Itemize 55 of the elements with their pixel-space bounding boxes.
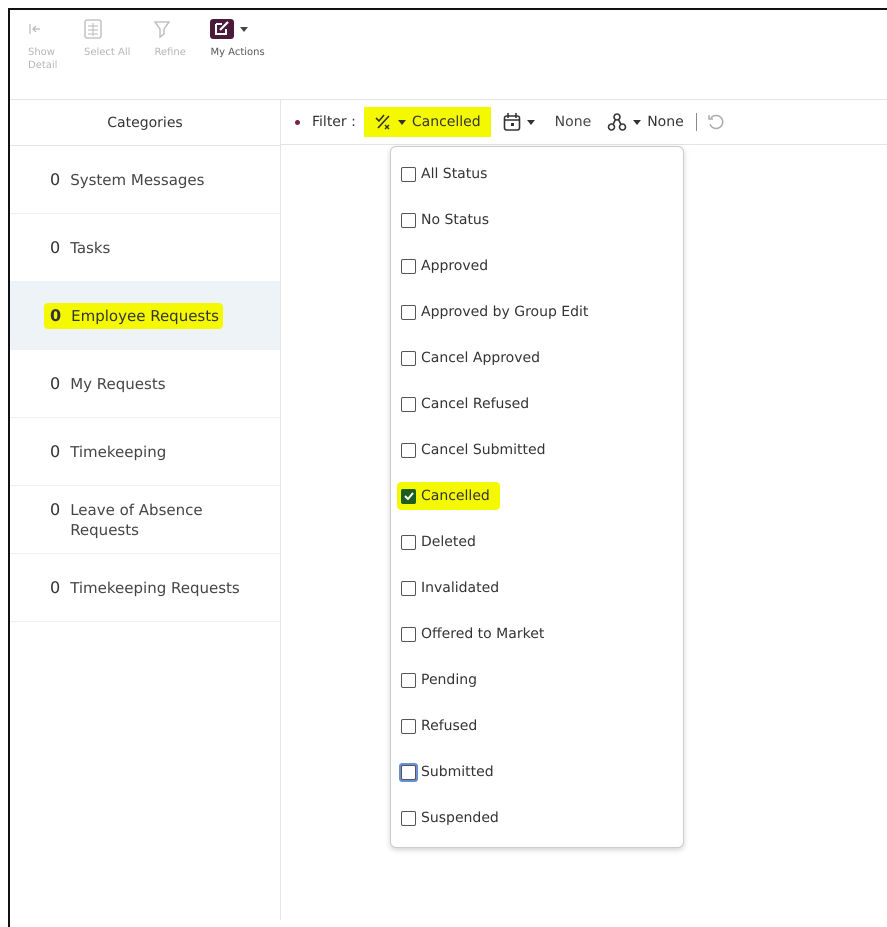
status-option[interactable]: Submitted	[391, 749, 683, 795]
toolbar-button[interactable]: My Actions	[204, 14, 271, 99]
checkbox[interactable]	[401, 534, 416, 550]
status-option[interactable]: Suspended	[391, 795, 683, 841]
status-option[interactable]: Approved	[391, 243, 683, 289]
panel-title: Categories	[107, 114, 183, 130]
checkbox[interactable]	[401, 626, 416, 642]
status-option[interactable]: All Status	[391, 151, 683, 197]
status-option[interactable]: Offered to Market	[391, 611, 683, 657]
status-option[interactable]: Cancel Approved	[391, 335, 683, 381]
fraction-icon	[374, 113, 392, 131]
grid-icon	[84, 19, 102, 39]
status-option[interactable]: Invalidated	[391, 565, 683, 611]
category-item[interactable]: 0 Timekeeping Requests	[10, 554, 280, 622]
status-option[interactable]: Pending	[391, 657, 683, 703]
group-filter-button[interactable]: None	[603, 108, 688, 136]
category-item[interactable]: 0 Employee Requests	[10, 282, 280, 350]
undo-icon	[706, 113, 725, 131]
checkbox[interactable]	[401, 488, 416, 504]
caret-icon	[526, 120, 535, 124]
status-option[interactable]: Approved by Group Edit	[391, 289, 683, 335]
status-option[interactable]: Cancelled	[391, 473, 683, 519]
collapse-arrow-icon	[28, 22, 42, 36]
filter-label: Filter :	[312, 114, 356, 130]
status-option[interactable]: Cancel Submitted	[391, 427, 683, 473]
checkbox[interactable]	[401, 166, 416, 182]
caret-icon	[240, 26, 248, 32]
checkbox[interactable]	[401, 580, 416, 596]
category-item[interactable]: 0 Timekeeping	[10, 418, 280, 486]
checkbox[interactable]	[401, 810, 416, 826]
caret-icon	[398, 120, 406, 124]
checkbox[interactable]	[401, 304, 416, 320]
calendar-icon	[502, 112, 521, 132]
status-option[interactable]: Cancel Refused	[391, 381, 683, 427]
checkbox[interactable]	[401, 350, 416, 366]
checkbox[interactable]	[401, 258, 416, 274]
category-item[interactable]: 0 My Requests	[10, 350, 280, 418]
checkbox[interactable]	[401, 212, 416, 228]
status-option[interactable]: No Status	[391, 197, 683, 243]
caret-icon	[633, 120, 642, 124]
checkbox[interactable]	[401, 672, 416, 688]
status-option[interactable]: Refused	[391, 703, 683, 749]
checkbox[interactable]	[401, 396, 416, 412]
category-item[interactable]: 0 System Messages	[10, 146, 280, 214]
bullet-icon	[295, 120, 300, 124]
status-filter-button[interactable]: Cancelled	[364, 107, 491, 137]
check-icon	[404, 492, 414, 500]
status-option[interactable]: Deleted	[391, 519, 683, 565]
hierarchy-icon	[607, 112, 628, 132]
checkbox[interactable]	[401, 442, 416, 458]
date-filter-value: None	[554, 114, 592, 130]
edit-icon	[210, 19, 234, 39]
checkbox[interactable]	[401, 718, 416, 734]
category-item[interactable]: 0 Leave of Absence Requests	[10, 486, 280, 554]
funnel-icon	[154, 20, 170, 38]
